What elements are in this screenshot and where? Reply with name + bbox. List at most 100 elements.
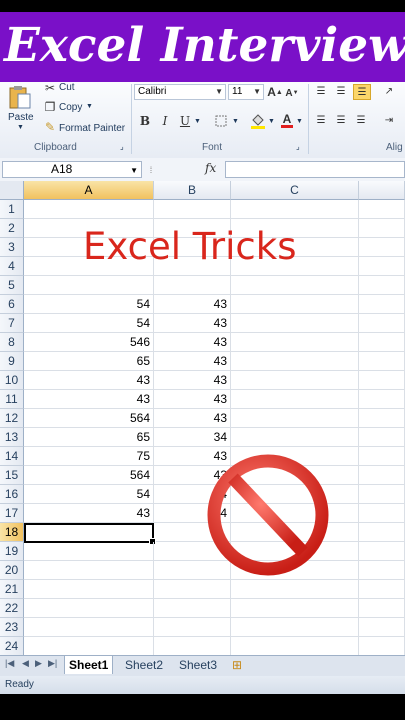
cell-a[interactable]: 54 [24, 295, 154, 314]
paste-icon[interactable] [6, 84, 34, 110]
cell-d[interactable] [359, 238, 405, 257]
cell-d[interactable] [359, 599, 405, 618]
cell-c[interactable] [231, 599, 359, 618]
cell-a[interactable] [24, 637, 154, 655]
italic-button[interactable]: I [158, 112, 172, 130]
insert-sheet-icon[interactable]: ⊞ [228, 656, 246, 674]
cell-a[interactable]: 65 [24, 428, 154, 447]
row-header[interactable]: 19 [0, 542, 24, 561]
row-header[interactable]: 10 [0, 371, 24, 390]
cell-a[interactable]: 75 [24, 447, 154, 466]
row-header[interactable]: 24 [0, 637, 24, 655]
clipboard-launcher-icon[interactable]: ⌟ [120, 142, 124, 151]
cell-a[interactable] [24, 276, 154, 295]
font-color-dropdown-icon[interactable]: ▼ [296, 118, 303, 125]
cell-d[interactable] [359, 409, 405, 428]
font-color-icon[interactable]: A [280, 111, 294, 129]
grow-font-icon[interactable]: A ▲ [267, 84, 283, 100]
cell-d[interactable] [359, 580, 405, 599]
shrink-font-icon[interactable]: A ▼ [285, 85, 299, 101]
cell-d[interactable] [359, 447, 405, 466]
cell-c[interactable] [231, 409, 359, 428]
font-name-combo[interactable]: Calibri ▼ [134, 84, 226, 100]
cell-d[interactable] [359, 257, 405, 276]
sheet-tab-sheet3[interactable]: Sheet3 [175, 656, 221, 674]
cell-b[interactable] [154, 580, 231, 599]
cell-a[interactable]: 54 [24, 485, 154, 504]
row-header[interactable]: 9 [0, 352, 24, 371]
cell-b[interactable]: 43 [154, 333, 231, 352]
cell-c[interactable] [231, 333, 359, 352]
cell-a[interactable] [24, 599, 154, 618]
cell-b[interactable] [154, 637, 231, 655]
row-header[interactable]: 14 [0, 447, 24, 466]
cell-a[interactable] [24, 542, 154, 561]
cell-b[interactable] [154, 618, 231, 637]
cell-d[interactable] [359, 333, 405, 352]
cut-button[interactable]: Cut [59, 82, 75, 93]
paste-dropdown-icon[interactable]: ▼ [17, 124, 24, 131]
cell-d[interactable] [359, 542, 405, 561]
worksheet-grid[interactable]: A B C 1 2 3 4 5 6 54 43 7 54 43 8 546 43 9 65 43 10 43 43 11… [0, 181, 405, 655]
cell-d[interactable] [359, 618, 405, 637]
row-header[interactable]: 20 [0, 561, 24, 580]
row-header[interactable]: 17 [0, 504, 24, 523]
cell-d[interactable] [359, 561, 405, 580]
borders-dropdown-icon[interactable]: ▼ [232, 118, 239, 125]
underline-dropdown-icon[interactable]: ▼ [194, 118, 201, 125]
cell-d[interactable] [359, 352, 405, 371]
underline-button[interactable]: U [178, 112, 192, 130]
row-header[interactable]: 12 [0, 409, 24, 428]
sheet-tab-sheet2[interactable]: Sheet2 [121, 656, 167, 674]
cell-c[interactable] [231, 276, 359, 295]
copy-dropdown-icon[interactable]: ▼ [86, 103, 93, 110]
cell-c[interactable] [231, 637, 359, 655]
cell-c[interactable] [231, 618, 359, 637]
cell-a[interactable] [24, 580, 154, 599]
cell-a[interactable]: 564 [24, 409, 154, 428]
row-header[interactable]: 7 [0, 314, 24, 333]
copy-button[interactable]: Copy [59, 102, 82, 113]
cell-a[interactable] [24, 561, 154, 580]
next-sheet-icon[interactable]: ▶ [35, 658, 42, 669]
paste-button[interactable]: Paste [8, 112, 34, 123]
formula-bar-resize-icon[interactable]: ⁞ [146, 161, 156, 178]
cell-d[interactable] [359, 314, 405, 333]
active-cell-border[interactable] [24, 523, 156, 545]
row-header[interactable]: 6 [0, 295, 24, 314]
column-header-c[interactable]: C [231, 181, 359, 200]
row-header[interactable]: 2 [0, 219, 24, 238]
cell-a[interactable]: 54 [24, 314, 154, 333]
row-header[interactable]: 8 [0, 333, 24, 352]
column-header-a[interactable]: A [24, 181, 154, 200]
last-sheet-icon[interactable]: ▶| [48, 658, 57, 669]
column-header-d[interactable] [359, 181, 405, 200]
align-bottom-icon[interactable]: ☰ [353, 84, 371, 100]
row-header[interactable]: 16 [0, 485, 24, 504]
cell-c[interactable] [231, 390, 359, 409]
bold-button[interactable]: B [138, 112, 152, 130]
cell-b[interactable]: 43 [154, 409, 231, 428]
row-header[interactable]: 22 [0, 599, 24, 618]
font-launcher-icon[interactable]: ⌟ [296, 142, 300, 151]
cell-b[interactable]: 34 [154, 428, 231, 447]
cell-c[interactable] [231, 200, 359, 219]
cell-b[interactable]: 43 [154, 371, 231, 390]
row-header[interactable]: 1 [0, 200, 24, 219]
cell-b[interactable] [154, 200, 231, 219]
first-sheet-icon[interactable]: |◀ [5, 658, 14, 669]
align-center-icon[interactable]: ☰ [334, 113, 348, 127]
cell-d[interactable] [359, 485, 405, 504]
row-header[interactable]: 15 [0, 466, 24, 485]
align-top-icon[interactable]: ☰ [314, 84, 328, 98]
borders-icon[interactable] [214, 114, 228, 128]
cell-b[interactable]: 43 [154, 314, 231, 333]
cell-d[interactable] [359, 371, 405, 390]
cell-b[interactable] [154, 599, 231, 618]
cell-d[interactable] [359, 390, 405, 409]
cell-b[interactable] [154, 276, 231, 295]
sheet-tab-sheet1[interactable]: Sheet1 [64, 656, 114, 674]
row-header[interactable]: 18 [0, 523, 24, 542]
orientation-icon[interactable]: ↗ [380, 84, 398, 98]
fill-color-dropdown-icon[interactable]: ▼ [268, 118, 275, 125]
